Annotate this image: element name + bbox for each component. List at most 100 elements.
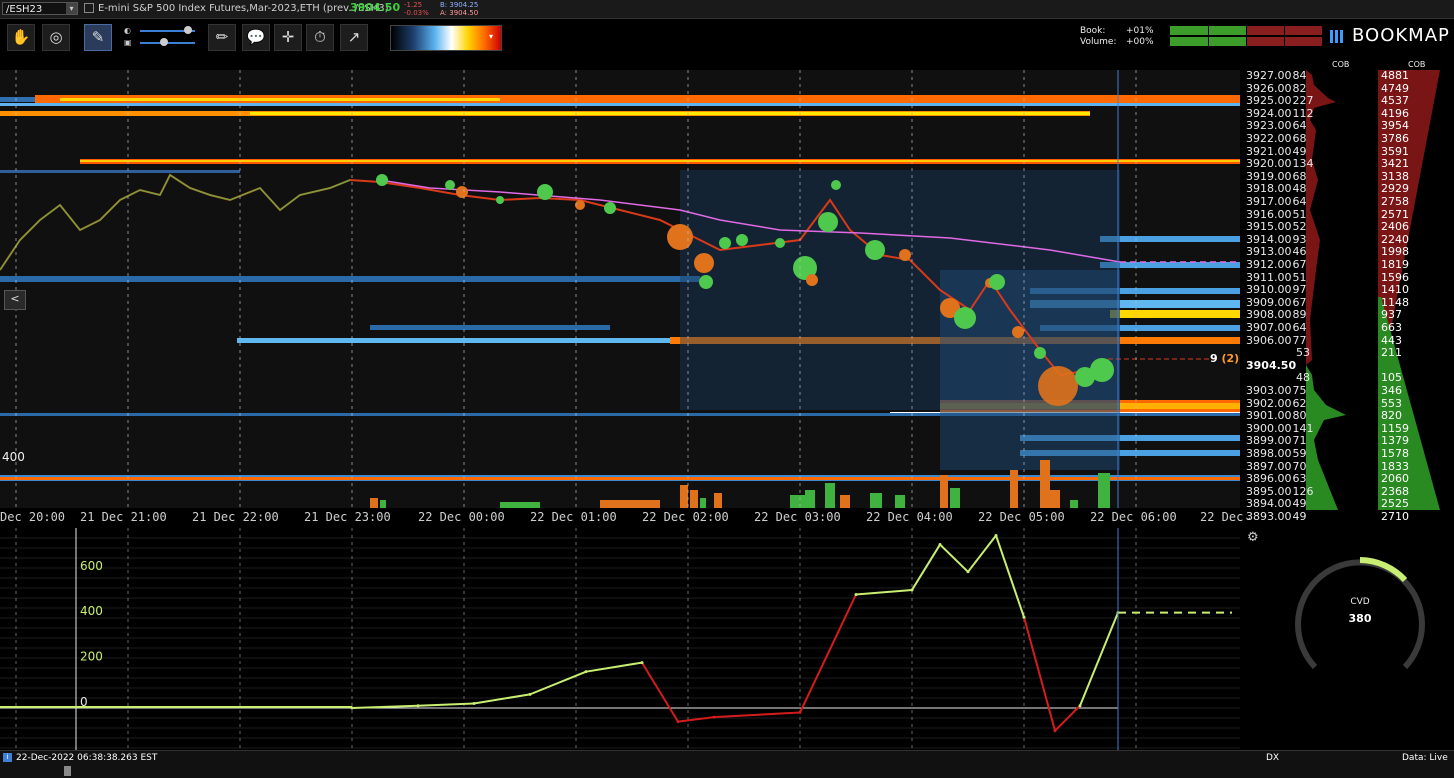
cursor-size-marker: 9 (2)	[1210, 352, 1239, 365]
cob-value: 4749	[1381, 81, 1409, 95]
cvd-line-segment	[529, 670, 587, 696]
price-row[interactable]: 3927.0084	[1246, 70, 1307, 82]
price-level: 3910.00	[1246, 283, 1292, 297]
cob-value: 2240	[1381, 232, 1409, 246]
price-row[interactable]: 3922.0068	[1246, 133, 1307, 145]
cvd-chart[interactable]: 6004002000	[0, 528, 1240, 750]
price-row[interactable]: 3917.0064	[1246, 196, 1307, 208]
cvd-line-segment	[713, 711, 801, 719]
price-row[interactable]: 3918.0048	[1246, 183, 1307, 195]
price-row[interactable]: 48	[1246, 372, 1310, 384]
info-icon[interactable]: i	[3, 753, 12, 762]
price-row[interactable]: 3899.0071	[1246, 435, 1307, 447]
price-row[interactable]: 3920.00134	[1246, 158, 1314, 170]
price-row[interactable]: 3924.00112	[1246, 107, 1314, 120]
price-size: 48	[1296, 371, 1310, 385]
time-label: 21 Dec 23:00	[304, 510, 391, 524]
price-row[interactable]: 3909.0067	[1246, 296, 1307, 309]
price-row[interactable]: 3897.0070	[1246, 459, 1307, 473]
target-tool-button[interactable]: ◎	[42, 24, 70, 51]
price-row[interactable]: 3913.0046	[1246, 246, 1307, 258]
brightness-knob[interactable]	[184, 26, 192, 34]
cob-value: 4196	[1381, 106, 1409, 120]
price-row[interactable]: 3898.0059	[1246, 448, 1307, 460]
price-size: 77	[1292, 333, 1307, 347]
chat-button[interactable]: 💬	[242, 24, 270, 51]
price-level: 3925.00	[1246, 94, 1292, 108]
price-row[interactable]: 3914.0093	[1246, 233, 1307, 246]
legend-dropdown-icon[interactable]: ▾	[489, 32, 493, 41]
hand-tool-button[interactable]: ✋	[7, 24, 35, 51]
heatmap-color-legend[interactable]	[390, 25, 502, 51]
price-row[interactable]: 3894.0049	[1246, 498, 1307, 510]
price-row[interactable]: 3903.0075	[1246, 385, 1307, 397]
cob-value: 2758	[1381, 195, 1409, 208]
price-size: 51	[1292, 207, 1307, 221]
price-level: 3927.00	[1246, 69, 1292, 82]
book-volume-bars	[1170, 26, 1322, 46]
gear-icon[interactable]: ⚙	[1247, 530, 1259, 545]
cvd-point	[994, 533, 998, 537]
symbol-selector[interactable]: /ESH23 ▾	[2, 2, 78, 15]
price-row[interactable]: 3908.0089	[1246, 309, 1307, 321]
price-row[interactable]: 3902.0062	[1246, 397, 1307, 410]
price-level: 3900.00	[1246, 421, 1292, 435]
cob-value: 1148	[1381, 295, 1409, 309]
price-row[interactable]: 3915.0052	[1246, 221, 1307, 233]
contrast-knob[interactable]	[160, 38, 168, 46]
price-size: 97	[1292, 283, 1307, 297]
price-level: 3923.00	[1246, 119, 1292, 133]
price-row[interactable]: 3919.0068	[1246, 169, 1307, 183]
price-level: 3918.00	[1246, 182, 1292, 196]
price-row[interactable]: 53	[1246, 347, 1310, 359]
cvd-line-segment	[967, 534, 997, 573]
cob-value: 1159	[1381, 421, 1409, 435]
chat-icon: 💬	[246, 28, 266, 46]
chevron-down-icon[interactable]: ▾	[66, 3, 77, 14]
collapse-icon[interactable]: ⌄	[1244, 512, 1252, 523]
price-row[interactable]: 3912.0067	[1246, 259, 1307, 271]
price-row[interactable]: 3901.0080	[1246, 410, 1307, 422]
stopwatch-button[interactable]: ⏱	[306, 24, 334, 51]
price-row[interactable]: 3923.0064	[1246, 120, 1307, 132]
scroll-left-button[interactable]: <	[4, 290, 26, 310]
price-size: 71	[1292, 434, 1307, 448]
price-level: 3919.00	[1246, 169, 1292, 183]
price-level: 3904.50	[1246, 358, 1297, 372]
cob-histogram	[1306, 70, 1346, 510]
cursor-tool-button[interactable]: ✎	[84, 24, 112, 51]
price-row[interactable]: 3916.0051	[1246, 207, 1307, 221]
price-size: 51	[1292, 270, 1307, 284]
resize-handle-icon[interactable]	[64, 766, 71, 776]
time-label: 21 Dec 21:00	[80, 510, 167, 524]
heatmap-chart[interactable]	[0, 70, 1240, 508]
crosshair-button[interactable]: ✛	[274, 24, 302, 51]
cob-value: 4881	[1381, 69, 1409, 82]
price-row[interactable]: 3906.0077	[1246, 333, 1307, 347]
bookmap-logo-icon	[1330, 28, 1346, 48]
price-level: 3903.00	[1246, 384, 1292, 397]
price-row[interactable]: 3900.00141	[1246, 421, 1314, 435]
cob-value: 211	[1381, 346, 1402, 360]
cob-value: 346	[1381, 384, 1402, 397]
edit-icon[interactable]	[84, 3, 94, 13]
price-row[interactable]: 3925.00227	[1246, 95, 1314, 107]
price-row[interactable]: 3895.00126	[1246, 485, 1314, 498]
cvd-point	[938, 543, 942, 547]
price-row[interactable]: 3911.0051	[1246, 270, 1307, 284]
cob-value: 1819	[1381, 258, 1409, 271]
price-row[interactable]: 3904.50	[1246, 358, 1297, 372]
price-row[interactable]: 3921.0049	[1246, 145, 1307, 158]
price-row[interactable]: 3896.0063	[1246, 473, 1307, 485]
price-size: 49	[1292, 497, 1307, 511]
price-row[interactable]: 3907.0064	[1246, 322, 1307, 334]
indicator-button[interactable]: ↗	[340, 24, 368, 51]
cob-value: 820	[1381, 409, 1402, 423]
price-row[interactable]: 3893.0049	[1246, 511, 1307, 523]
price-size: 68	[1292, 169, 1307, 183]
pencil-button[interactable]: ✏	[208, 24, 236, 51]
cvd-line-segment	[855, 588, 913, 596]
price-size: 70	[1292, 459, 1307, 473]
price-row[interactable]: 3910.0097	[1246, 284, 1307, 296]
price-row[interactable]: 3926.0082	[1246, 82, 1307, 95]
